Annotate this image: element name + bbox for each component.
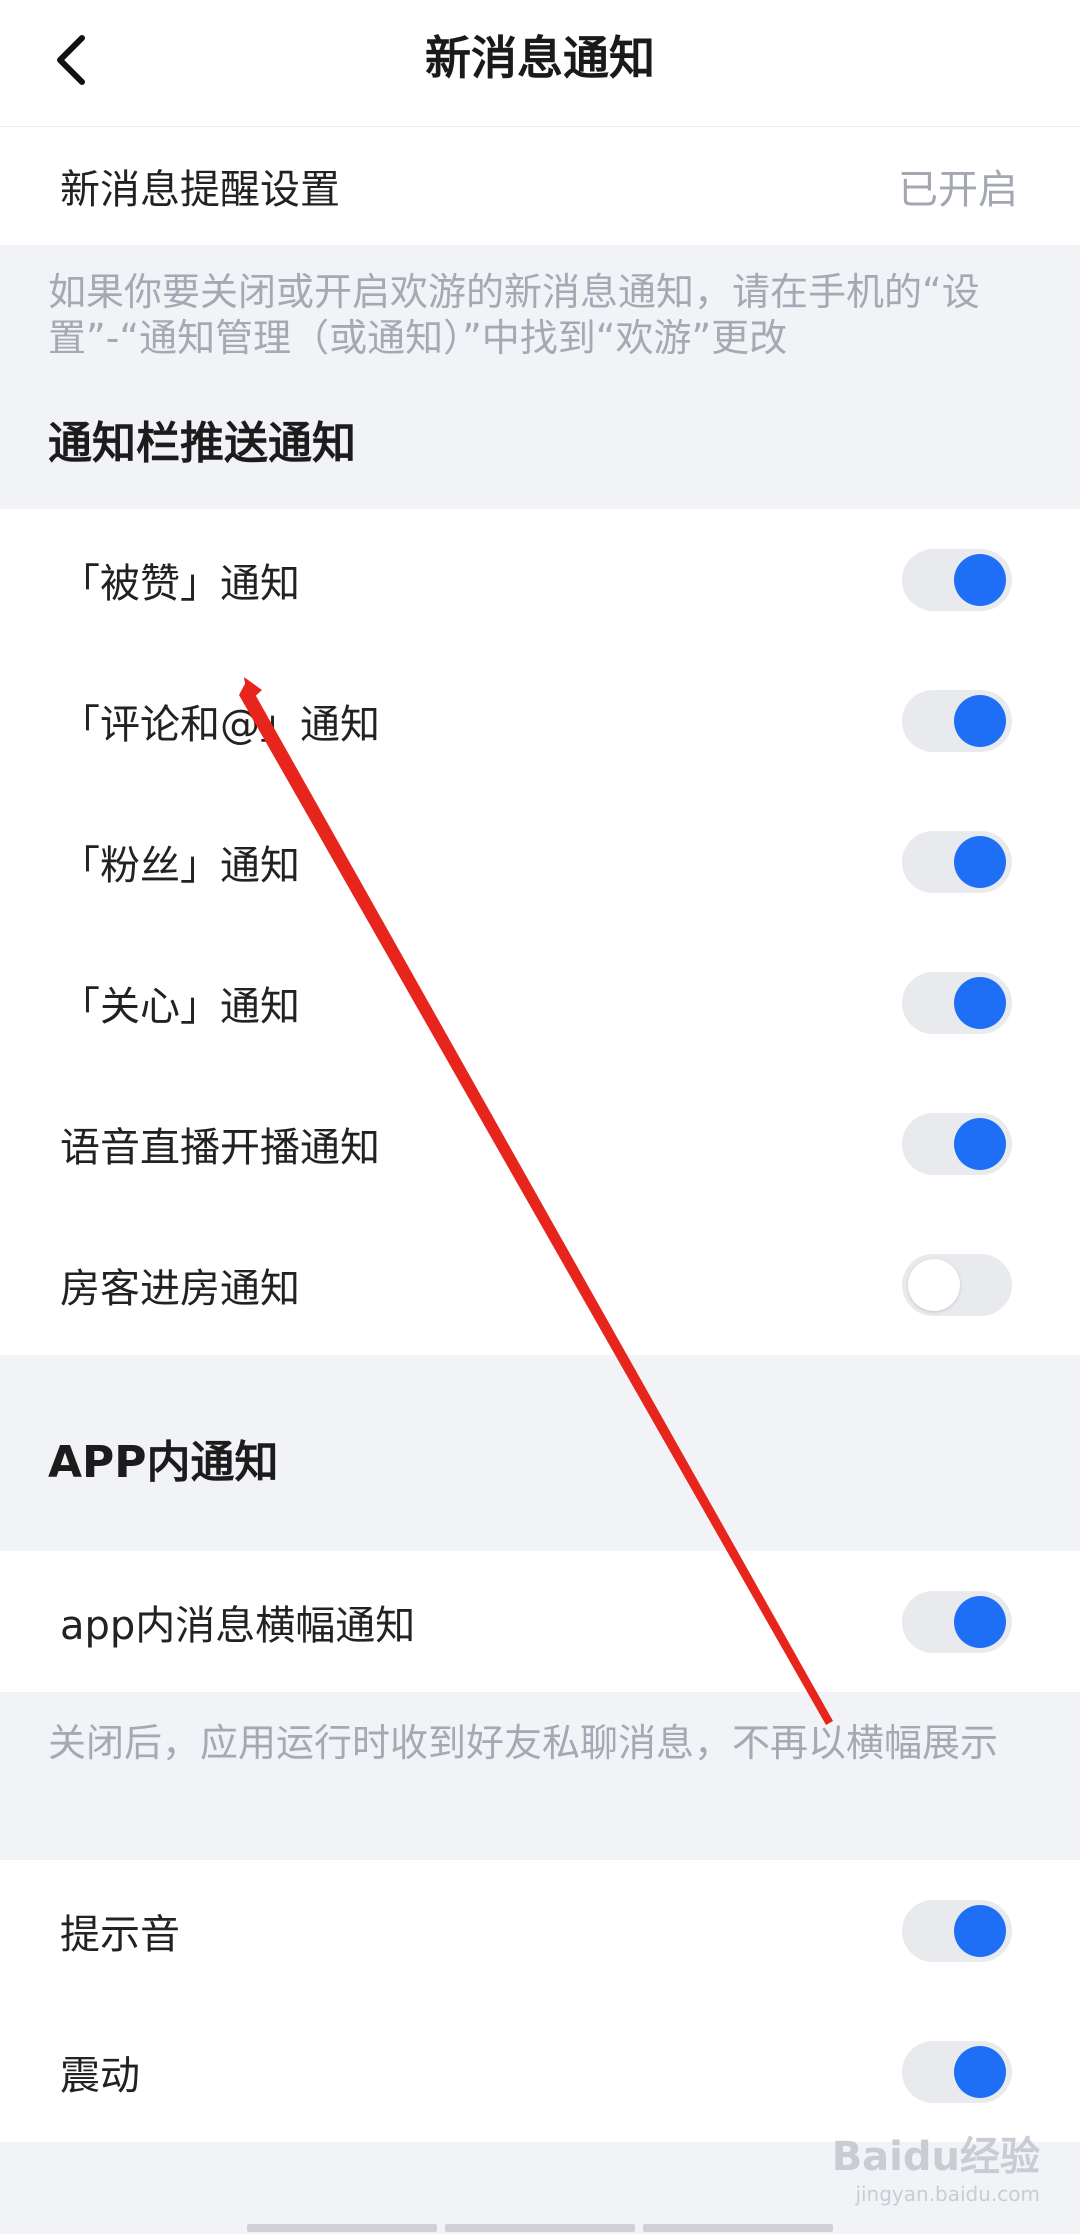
- bottom-bar-segment: [445, 2224, 635, 2232]
- list-item-label: 语音直播开播通知: [60, 1124, 380, 1171]
- list-item-label: 「粉丝」通知: [60, 842, 300, 889]
- bottom-bar-segment: [247, 2224, 437, 2232]
- list-item-label: 「评论和@」通知: [60, 701, 380, 748]
- list-item-vibrate: 震动: [0, 2001, 1080, 2142]
- reminder-setting-row[interactable]: 新消息提醒设置 已开启: [0, 127, 1080, 245]
- list-item-label: 「关心」通知: [60, 983, 300, 1030]
- nav-bar: 新消息通知: [0, 0, 1080, 127]
- toggle-knob: [954, 1595, 1006, 1648]
- list-item-comment-notification: 「评论和@」通知: [0, 650, 1080, 791]
- toggle-switch[interactable]: [902, 2040, 1012, 2103]
- list-item-sound: 提示音: [0, 1860, 1080, 2001]
- list-item-label: 震动: [60, 2052, 140, 2099]
- list-item-fans-notification: 「粉丝」通知: [0, 791, 1080, 932]
- push-notification-section-title: 通知栏推送通知: [48, 418, 356, 469]
- toggle-knob: [908, 1258, 960, 1311]
- bottom-bar-segment: [643, 2224, 833, 2232]
- toggle-switch[interactable]: [902, 830, 1012, 893]
- other-settings-list: 提示音 震动: [0, 1860, 1080, 2142]
- bottom-bar: [0, 2224, 1080, 2234]
- toggle-switch[interactable]: [902, 1112, 1012, 1175]
- reminder-setting-label: 新消息提醒设置: [60, 167, 340, 213]
- toggle-knob: [954, 1904, 1006, 1957]
- toggle-knob: [954, 1117, 1006, 1170]
- toggle-switch[interactable]: [902, 1899, 1012, 1962]
- watermark: Baidu经验 jingyan.baidu.com: [832, 2124, 1040, 2206]
- banner-hint: 关闭后，应用运行时收到好友私聊消息，不再以横幅展示: [48, 1721, 999, 1765]
- toggle-knob: [954, 835, 1006, 888]
- reminder-setting-value: 已开启: [898, 167, 1018, 213]
- watermark-logo: Baidu经验: [831, 2134, 1040, 2180]
- in-app-section-title: APP内通知: [48, 1437, 279, 1488]
- system-settings-hint: 如果你要关闭或开启欢游的新消息通知，请在手机的“设置”-“通知管理（或通知）”中…: [48, 270, 980, 360]
- toggle-switch[interactable]: [902, 971, 1012, 1034]
- toggle-switch[interactable]: [902, 548, 1012, 611]
- push-notification-list: 「被赞」通知 「评论和@」通知 「粉丝」通知 「关心」通知 语音直播开播通知 房…: [0, 509, 1080, 1355]
- list-item-label: app内消息横幅通知: [60, 1602, 416, 1649]
- list-item-in-app-banner: app内消息横幅通知: [0, 1551, 1080, 1692]
- toggle-switch[interactable]: [902, 1253, 1012, 1316]
- list-item-care-notification: 「关心」通知: [0, 932, 1080, 1073]
- toggle-knob: [954, 976, 1006, 1029]
- list-item-like-notification: 「被赞」通知: [0, 509, 1080, 650]
- list-item-label: 「被赞」通知: [60, 560, 300, 607]
- list-item-guest-enter-notification: 房客进房通知: [0, 1214, 1080, 1355]
- toggle-switch[interactable]: [902, 689, 1012, 752]
- toggle-knob: [954, 553, 1006, 606]
- toggle-knob: [954, 694, 1006, 747]
- list-item-label: 房客进房通知: [60, 1265, 300, 1312]
- watermark-url: jingyan.baidu.com: [855, 2182, 1040, 2206]
- toggle-knob: [954, 2045, 1006, 2098]
- list-item-label: 提示音: [60, 1911, 180, 1958]
- toggle-switch[interactable]: [902, 1590, 1012, 1653]
- page-title: 新消息通知: [425, 31, 655, 85]
- list-item-live-notification: 语音直播开播通知: [0, 1073, 1080, 1214]
